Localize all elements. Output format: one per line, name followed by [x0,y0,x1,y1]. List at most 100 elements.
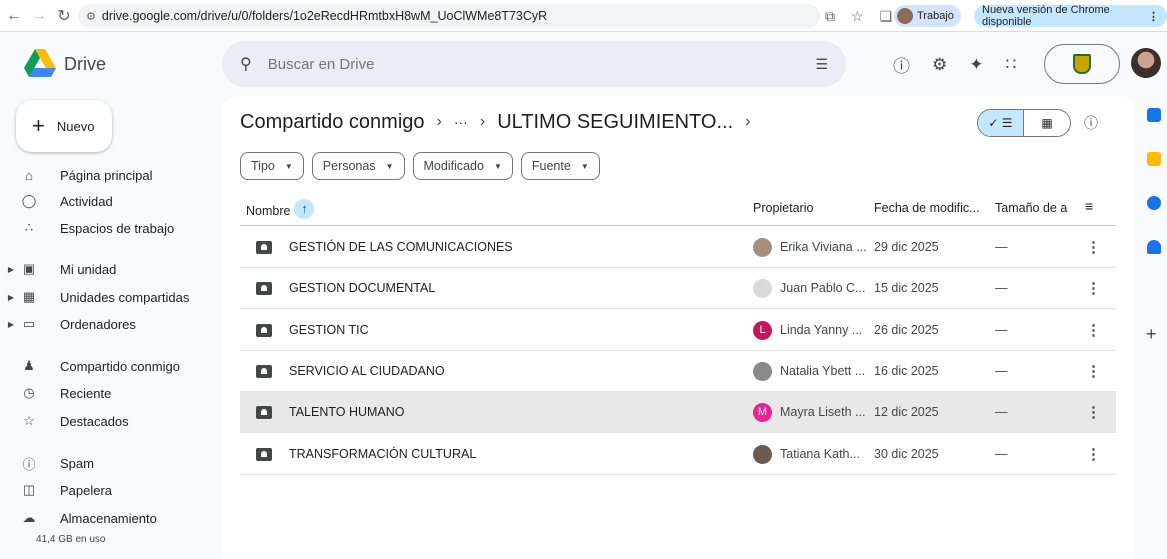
column-name[interactable]: Nombre ↑ [246,199,315,221]
address-bar[interactable]: ⚙ drive.google.com/drive/u/0/folders/1o2… [78,4,820,28]
organization-chip[interactable] [1044,44,1120,84]
contacts-icon[interactable] [1147,240,1161,254]
menu-dots-icon[interactable]: ⋮ [1148,10,1159,23]
expand-caret-icon[interactable]: ▶ [0,265,14,274]
breadcrumb-current[interactable]: ULTIMO SEGUIMIENTO... [497,111,733,134]
sidebar-item-computers[interactable]: ▶ ▭ Ordenadores [0,312,136,336]
file-size: — [995,281,1008,296]
expand-caret-icon[interactable]: ▶ [0,320,14,329]
account-avatar[interactable] [1131,48,1161,78]
modified-date: 29 dic 2025 [874,240,939,254]
list-view-button[interactable]: ✓ ☰ [978,110,1024,136]
sidebar-item-spam[interactable]: ⓘ Spam [0,451,93,475]
home-icon: ⌂ [25,167,33,183]
more-actions-icon[interactable]: ⋮ [1086,362,1101,380]
filter-type[interactable]: Tipo ▼ [240,152,304,180]
more-actions-icon[interactable]: ⋮ [1086,445,1101,463]
back-icon[interactable]: ← [3,5,25,27]
file-name[interactable]: GESTION TIC [289,323,369,337]
table-row[interactable]: GESTIÓN DE LAS COMUNICACIONES Erika Vivia… [240,227,1116,268]
sidebar-item-home[interactable]: ⌂ Página principal [0,163,152,187]
table-row[interactable]: GESTION TIC L Linda Yanny ... 26 dic 2025 — ⋮ [240,310,1116,351]
search-options-icon[interactable]: ☰ [815,56,828,73]
more-actions-icon[interactable]: ⋮ [1086,321,1101,339]
shared-drives-icon: ▦ [22,289,36,304]
sidebar-item-shared-drives[interactable]: ▶ ▦ Unidades compartidas [0,285,190,309]
sidebar-item-label: Papelera [60,482,113,498]
file-name[interactable]: TALENTO HUMANO [289,405,405,419]
more-actions-icon[interactable]: ⋮ [1086,238,1101,256]
shared-folder-icon [256,241,272,254]
apps-grid-icon[interactable]: ∷ [1006,55,1017,75]
shared-folder-icon [256,447,272,461]
more-actions-icon[interactable]: ⋮ [1086,403,1101,421]
workspaces-icon: ∴ [24,220,34,235]
filter-modified[interactable]: Modificado ▼ [412,152,513,180]
owner-avatar [753,444,772,464]
sidebar-item-my-drive[interactable]: ▶ ▣ Mi unidad [0,257,117,281]
browser-toolbar: ← → ↻ ⚙ drive.google.com/drive/u/0/folde… [0,0,1167,32]
file-name[interactable]: SERVICIO AL CIUDADANO [289,364,445,378]
sort-options-icon[interactable]: ≡ [1085,198,1093,214]
sidebar-item-storage[interactable]: ☁ Almacenamiento [0,506,157,530]
sidebar-item-workspaces[interactable]: ∴ Espacios de trabajo [0,216,174,240]
table-row[interactable]: TALENTO HUMANO M Mayra Liseth ... 12 dic 20… [240,392,1116,434]
column-owner[interactable]: Propietario [753,201,813,215]
url-text[interactable]: drive.google.com/drive/u/0/folders/1o2eR… [102,9,547,23]
new-button[interactable]: + Nuevo [16,100,112,152]
filter-people[interactable]: Personas ▼ [311,152,405,180]
site-settings-icon[interactable]: ⚙ [86,10,96,23]
app-name[interactable]: Drive [64,54,106,75]
sidebar-item-activity[interactable]: ◯ Actividad [0,189,113,213]
calendar-icon[interactable] [1147,108,1161,122]
file-name[interactable]: GESTION DOCUMENTAL [289,281,435,295]
file-size: — [995,240,1008,254]
shared-folder-icon [256,323,272,337]
table-row[interactable]: GESTION DOCUMENTAL Juan Pablo C... 15 dic … [240,268,1116,310]
file-size: — [995,405,1008,420]
settings-gear-icon[interactable]: ⚙ [932,55,947,75]
owner-avatar [753,279,772,299]
breadcrumb-ellipsis[interactable]: ··· [454,114,468,130]
install-app-icon[interactable]: ⧉ [825,8,835,25]
filter-label: Tipo [251,159,275,173]
search-bar[interactable]: ⚲ ☰ [222,41,846,87]
column-modified[interactable]: Fecha de modific... [874,201,980,215]
add-apps-icon[interactable]: + [1146,324,1157,345]
filter-label: Personas [322,159,376,173]
help-icon[interactable]: ⓘ [893,52,910,77]
sidebar-item-shared-with-me[interactable]: ♟ Compartido conmigo [0,354,180,378]
chevron-right-icon[interactable]: › [745,113,750,131]
extensions-icon[interactable]: ❏ [880,8,893,25]
file-size: — [995,363,1008,378]
sidebar-item-starred[interactable]: ☆ Destacados [0,409,128,433]
expand-caret-icon[interactable]: ▶ [0,293,14,302]
column-size[interactable]: Tamaño de a [995,201,1067,215]
file-name[interactable]: GESTIÓN DE LAS COMUNICACIONES [289,240,513,254]
breadcrumb-root[interactable]: Compartido conmigo [240,111,425,134]
reload-icon[interactable]: ↻ [53,5,75,27]
drive-logo-icon[interactable] [24,49,56,77]
bookmark-star-icon[interactable]: ☆ [851,8,864,25]
info-icon[interactable]: ⓘ [1084,113,1098,133]
gemini-icon[interactable]: ✦ [969,55,983,75]
sidebar-item-label: Compartido conmigo [60,358,180,374]
table-row[interactable]: TRANSFORMACIÓN CULTURAL Tatiana Kath... 30… [240,434,1116,475]
table-row[interactable]: SERVICIO AL CIUDADANO Natalia Ybett ... 16… [240,351,1116,392]
forward-icon[interactable]: → [28,5,50,27]
tasks-icon[interactable] [1147,196,1161,210]
chrome-update-button[interactable]: Nueva versión de Chrome disponible ⋮ [974,4,1167,28]
search-icon[interactable]: ⚲ [240,54,252,74]
dropdown-arrow-icon: ▼ [580,161,589,171]
file-name[interactable]: TRANSFORMACIÓN CULTURAL [289,447,476,461]
keep-icon[interactable] [1147,152,1161,166]
sidebar-item-trash[interactable]: ◫ Papelera [0,478,112,502]
profile-chip[interactable]: Trabajo [894,5,961,27]
sort-up-arrow-icon[interactable]: ↑ [294,199,315,219]
filter-source[interactable]: Fuente ▼ [520,152,600,180]
sidebar-item-recent[interactable]: ◷ Reciente [0,381,111,405]
search-input[interactable] [267,55,668,73]
more-actions-icon[interactable]: ⋮ [1086,279,1101,297]
grid-view-button[interactable]: ▦ [1024,110,1070,136]
sidebar-item-label: Ordenadores [60,316,136,332]
